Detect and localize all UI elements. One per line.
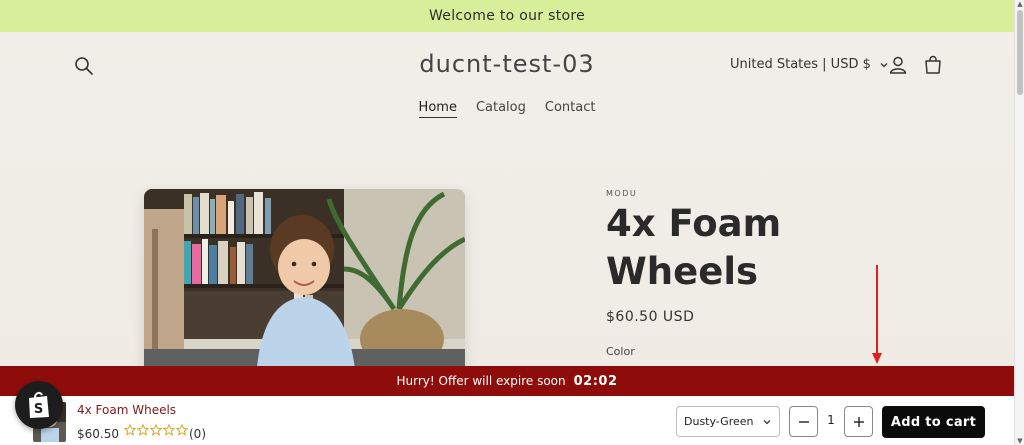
- announcement-text: Welcome to our store: [428, 8, 586, 24]
- sticky-product-title: 4x Foam Wheels: [77, 403, 177, 417]
- rating-stars: [124, 424, 188, 436]
- quantity-decrease-button[interactable]: [789, 406, 818, 437]
- cart-icon[interactable]: [922, 54, 944, 76]
- add-to-cart-button[interactable]: Add to cart: [882, 406, 985, 438]
- variant-select-value: Dusty-Green: [684, 415, 754, 428]
- star-icon: [124, 424, 136, 436]
- account-icon[interactable]: [887, 54, 909, 76]
- variant-select[interactable]: Dusty-Green: [676, 406, 780, 437]
- timer-countdown: 02:02: [573, 373, 618, 389]
- annotation-arrow-icon: [872, 265, 882, 364]
- color-option-label: Color: [606, 345, 635, 358]
- minus-icon: [798, 420, 809, 423]
- product-image[interactable]: [144, 189, 465, 379]
- product-vendor: MODU: [606, 189, 638, 198]
- nav-item-catalog[interactable]: Catalog: [476, 100, 526, 118]
- quantity-input[interactable]: 1: [818, 413, 844, 427]
- page-scrollbar[interactable]: ▲ ▼: [1014, 0, 1024, 445]
- product-title: 4x Foam Wheels: [606, 202, 782, 293]
- timer-message: Hurry! Offer will expire soon: [396, 374, 566, 388]
- shopify-bag-icon[interactable]: S: [15, 381, 63, 429]
- locale-label: United States | USD $: [730, 57, 871, 72]
- product-price: $60.50 USD: [606, 309, 695, 325]
- star-icon: [163, 424, 175, 436]
- scroll-up-icon[interactable]: ▲: [1016, 0, 1024, 8]
- star-icon: [176, 424, 188, 436]
- main-nav: Home Catalog Contact: [0, 100, 1014, 118]
- plus-icon: [853, 416, 864, 427]
- sticky-product-price: $60.50: [77, 427, 119, 441]
- rating-count: (0): [189, 427, 206, 441]
- nav-item-home[interactable]: Home: [418, 100, 457, 118]
- scroll-down-icon[interactable]: ▼: [1016, 437, 1024, 445]
- nav-item-contact[interactable]: Contact: [545, 100, 596, 118]
- chevron-down-icon: [763, 420, 771, 425]
- scrollbar-thumb[interactable]: [1017, 10, 1023, 95]
- svg-text:S: S: [34, 402, 43, 417]
- country-currency-selector[interactable]: United States | USD $: [730, 57, 889, 72]
- announcement-bar: Welcome to our store: [0, 0, 1014, 32]
- site-header: ducnt-test-03 United States | USD $ Home…: [0, 32, 1014, 127]
- countdown-timer-bar: Hurry! Offer will expire soon 02:02: [0, 366, 1014, 396]
- star-icon: [137, 424, 149, 436]
- star-icon: [150, 424, 162, 436]
- quantity-increase-button[interactable]: [844, 406, 873, 437]
